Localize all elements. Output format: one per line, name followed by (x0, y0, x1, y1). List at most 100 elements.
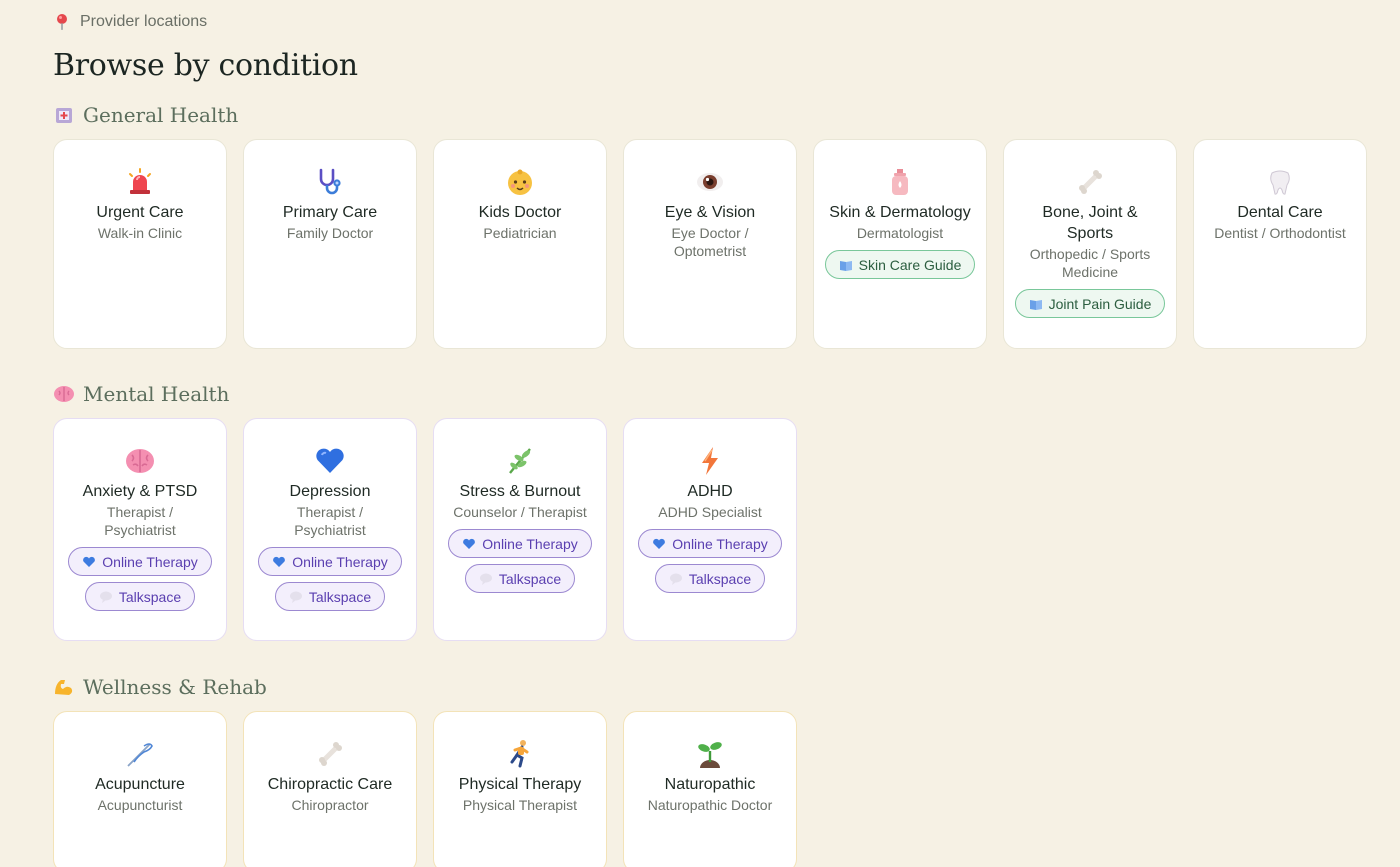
card-subtitle: Eye Doctor / Optometrist (671, 225, 749, 259)
online-therapy-button[interactable]: Online Therapy (68, 547, 212, 576)
card-subtitle: Orthopedic / Sports Medicine (1029, 246, 1151, 280)
bone-icon (1074, 166, 1106, 198)
talkspace-button[interactable]: Talkspace (274, 582, 386, 611)
talkspace-button[interactable]: Talkspace (84, 582, 196, 611)
pill-label: Online Therapy (672, 535, 768, 552)
brain-icon (53, 383, 75, 405)
card-subtitle: Therapist / Psychiatrist (104, 504, 176, 538)
pin-icon (53, 13, 71, 31)
joint-pain-guide-button[interactable]: Joint Pain Guide (1014, 289, 1166, 318)
flexed-arm-icon (53, 676, 75, 698)
pill-label: Joint Pain Guide (1048, 295, 1152, 312)
pill-label: Talkspace (688, 570, 752, 587)
section-title: General Health (83, 103, 239, 127)
card-title: Bone, Joint & Sports (1042, 204, 1138, 242)
talkspace-button[interactable]: Talkspace (654, 564, 766, 593)
pill-label: Talkspace (118, 588, 182, 605)
card-subtitle: Walk-in Clinic (97, 225, 183, 241)
online-therapy-button[interactable]: Online Therapy (258, 547, 402, 576)
stethoscope-icon (314, 166, 346, 198)
card-title: Chiropractic Care (267, 776, 393, 793)
section-wellness-rehab: Wellness & Rehab (53, 674, 267, 700)
speech-bubble-icon (479, 572, 493, 586)
card-title: Skin & Dermatology (829, 204, 971, 221)
card-primary-care[interactable]: Primary Care Family Doctor (243, 139, 417, 349)
section-mental-health: Mental Health (53, 381, 229, 407)
card-title: Naturopathic (664, 776, 756, 793)
card-bone-joint-sports[interactable]: Bone, Joint & Sports Orthopedic / Sports… (1003, 139, 1177, 349)
card-title: Stress & Burnout (459, 483, 581, 500)
mental-health-cards: Anxiety & PTSD Therapist / Psychiatrist … (53, 418, 797, 641)
pill-label: Online Therapy (292, 553, 388, 570)
tooth-icon (1264, 166, 1296, 198)
card-subtitle: Dentist / Orthodontist (1214, 225, 1346, 241)
card-subtitle: Counselor / Therapist (453, 504, 587, 520)
card-eye-vision[interactable]: Eye & Vision Eye Doctor / Optometrist (623, 139, 797, 349)
speech-bubble-icon (289, 590, 303, 604)
card-subtitle: ADHD Specialist (658, 504, 762, 520)
card-naturopathic[interactable]: Naturopathic Naturopathic Doctor (623, 711, 797, 867)
card-title: Eye & Vision (664, 204, 756, 221)
card-title: Depression (289, 483, 371, 500)
card-title: Urgent Care (96, 204, 184, 221)
pill-label: Online Therapy (102, 553, 198, 570)
card-chiropractic-care[interactable]: Chiropractic Care Chiropractor (243, 711, 417, 867)
bone-icon (314, 738, 346, 770)
card-depression[interactable]: Depression Therapist / Psychiatrist Onli… (243, 418, 417, 641)
section-title: Wellness & Rehab (83, 675, 267, 699)
siren-icon (124, 166, 156, 198)
lightning-icon (694, 445, 726, 477)
online-therapy-button[interactable]: Online Therapy (638, 529, 782, 558)
online-therapy-button[interactable]: Online Therapy (448, 529, 592, 558)
card-subtitle: Acupuncturist (97, 797, 183, 813)
wellness-rehab-cards: Acupuncture Acupuncturist Chiropractic C… (53, 711, 797, 867)
talkspace-button[interactable]: Talkspace (464, 564, 576, 593)
runner-icon (504, 738, 536, 770)
heart-icon (462, 537, 476, 551)
card-subtitle: Therapist / Psychiatrist (294, 504, 366, 538)
card-stress-burnout[interactable]: Stress & Burnout Counselor / Therapist O… (433, 418, 607, 641)
heart-icon (272, 555, 286, 569)
hospital-icon (53, 104, 75, 126)
general-health-cards: Urgent Care Walk-in Clinic Primary Care … (53, 139, 1367, 349)
lotion-icon (884, 166, 916, 198)
card-title: Acupuncture (95, 776, 185, 793)
card-title: Anxiety & PTSD (82, 483, 198, 500)
card-title: ADHD (687, 483, 733, 500)
card-subtitle: Chiropractor (291, 797, 369, 813)
card-subtitle: Family Doctor (286, 225, 374, 241)
card-adhd[interactable]: ADHD ADHD Specialist Online Therapy Talk… (623, 418, 797, 641)
card-title: Kids Doctor (478, 204, 562, 221)
section-title: Mental Health (83, 382, 230, 406)
card-urgent-care[interactable]: Urgent Care Walk-in Clinic (53, 139, 227, 349)
card-acupuncture[interactable]: Acupuncture Acupuncturist (53, 711, 227, 867)
needle-icon (124, 738, 156, 770)
page-container: Provider locations Browse by condition G… (53, 10, 1373, 867)
card-anxiety-ptsd[interactable]: Anxiety & PTSD Therapist / Psychiatrist … (53, 418, 227, 641)
card-subtitle: Naturopathic Doctor (647, 797, 773, 813)
card-skin-dermatology[interactable]: Skin & Dermatology Dermatologist Skin Ca… (813, 139, 987, 349)
speech-bubble-icon (669, 572, 683, 586)
card-title: Primary Care (282, 204, 378, 221)
section-general-health: General Health (53, 102, 238, 128)
card-title: Physical Therapy (458, 776, 582, 793)
book-icon (839, 258, 853, 272)
seedling-icon (694, 738, 726, 770)
pill-label: Skin Care Guide (858, 256, 962, 273)
skin-care-guide-button[interactable]: Skin Care Guide (824, 250, 976, 279)
breadcrumb[interactable]: Provider locations (53, 10, 1373, 34)
baby-icon (504, 166, 536, 198)
card-subtitle: Physical Therapist (462, 797, 578, 813)
heart-icon (652, 537, 666, 551)
card-dental-care[interactable]: Dental Care Dentist / Orthodontist (1193, 139, 1367, 349)
pill-label: Talkspace (498, 570, 562, 587)
brain-icon (124, 445, 156, 477)
herb-icon (504, 445, 536, 477)
breadcrumb-label: Provider locations (80, 13, 208, 30)
blue-heart-icon (314, 445, 346, 477)
card-kids-doctor[interactable]: Kids Doctor Pediatrician (433, 139, 607, 349)
card-physical-therapy[interactable]: Physical Therapy Physical Therapist (433, 711, 607, 867)
pill-label: Talkspace (308, 588, 372, 605)
speech-bubble-icon (99, 590, 113, 604)
card-title: Dental Care (1237, 204, 1323, 221)
